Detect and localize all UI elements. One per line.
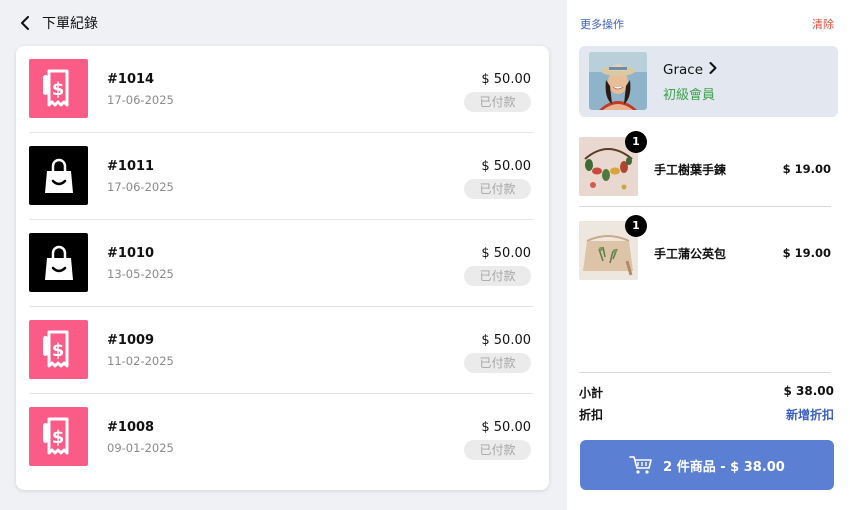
- checkout-label[interactable]: 2 件商品 - $ 38.00: [663, 456, 785, 475]
- subtotal-row: 小計 $ 38.00: [579, 384, 834, 401]
- subtotal-label: 小計: [579, 386, 604, 400]
- order-amount: $ 50.00: [481, 333, 531, 348]
- discount-label: 折扣: [579, 408, 604, 422]
- product-name: 手工樹葉手鍊: [654, 163, 727, 177]
- order-number: #1011: [107, 159, 155, 174]
- more-actions-link[interactable]: 更多操作: [580, 16, 624, 32]
- order-amount: $ 50.00: [481, 420, 531, 435]
- status-badge: 已付款: [464, 440, 531, 460]
- shopping-bag-icon: [29, 233, 88, 292]
- cart-icon: [629, 455, 653, 475]
- order-number: #1009: [107, 333, 155, 348]
- order-row[interactable]: #1011 17-06-2025 $ 50.00 已付款: [16, 133, 549, 220]
- order-date: 09-01-2025: [107, 441, 174, 455]
- status-badge: 已付款: [464, 92, 531, 112]
- order-amount: $ 50.00: [481, 72, 531, 87]
- receipt-icon: $: [29, 59, 88, 118]
- product-price: $ 19.00: [782, 162, 831, 176]
- customer-name-text: Grace: [663, 62, 704, 78]
- quantity-badge: 1: [625, 131, 647, 153]
- order-date: 11-02-2025: [107, 354, 174, 368]
- cart-panel: 更多操作 清除 Grace 初級會員 1 手工樹葉手鍊 $ 19.00 1 手工…: [567, 0, 850, 510]
- product-price: $ 19.00: [782, 246, 831, 260]
- checkout-button[interactable]: 2 件商品 - $ 38.00: [580, 440, 834, 490]
- status-badge: 已付款: [464, 353, 531, 373]
- receipt-icon: $: [29, 320, 88, 379]
- avatar: [589, 52, 647, 110]
- summary-divider: [579, 372, 831, 373]
- cart-item[interactable]: 1 手工樹葉手鍊 $ 19.00: [579, 131, 838, 201]
- order-row[interactable]: $ #1014 17-06-2025 $ 50.00 已付款: [16, 46, 549, 133]
- item-divider: [579, 206, 831, 207]
- page-title: 下單紀錄: [42, 16, 98, 32]
- order-history-panel: 下單紀錄 $ #1014 17-06-2025 $ 50.00 已付款 #101…: [0, 0, 567, 510]
- clear-cart-link[interactable]: 清除: [812, 16, 834, 32]
- customer-name: Grace: [663, 62, 717, 78]
- customer-card[interactable]: Grace 初級會員: [579, 46, 838, 117]
- order-number: #1008: [107, 420, 155, 435]
- membership-level: 初級會員: [663, 88, 716, 103]
- order-amount: $ 50.00: [481, 159, 531, 174]
- shopping-bag-icon: [29, 146, 88, 205]
- order-row[interactable]: #1010 13-05-2025 $ 50.00 已付款: [16, 220, 549, 307]
- order-date: 17-06-2025: [107, 93, 174, 107]
- order-number: #1010: [107, 246, 155, 261]
- order-list: $ #1014 17-06-2025 $ 50.00 已付款 #1011 17-…: [16, 46, 549, 490]
- status-badge: 已付款: [464, 179, 531, 199]
- order-number: #1014: [107, 72, 155, 87]
- order-date: 13-05-2025: [107, 267, 174, 281]
- order-date: 17-06-2025: [107, 180, 174, 194]
- svg-text:$: $: [51, 340, 64, 361]
- discount-row: 折扣 新增折扣: [579, 406, 834, 423]
- subtotal-value: $ 38.00: [783, 384, 834, 398]
- svg-text:$: $: [51, 79, 64, 100]
- receipt-icon: $: [29, 407, 88, 466]
- order-amount: $ 50.00: [481, 246, 531, 261]
- product-name: 手工蒲公英包: [654, 247, 727, 261]
- order-row[interactable]: $ #1009 11-02-2025 $ 50.00 已付款: [16, 307, 549, 394]
- page-header: 下單紀錄: [16, 12, 98, 34]
- status-badge: 已付款: [464, 266, 531, 286]
- add-discount-link[interactable]: 新增折扣: [786, 406, 834, 423]
- cart-item[interactable]: 1 手工蒲公英包 $ 19.00: [579, 215, 838, 285]
- svg-text:$: $: [51, 427, 64, 448]
- quantity-badge: 1: [625, 215, 647, 237]
- back-icon[interactable]: [16, 14, 34, 32]
- order-row[interactable]: $ #1008 09-01-2025 $ 50.00 已付款: [16, 394, 549, 481]
- chevron-right-icon: [709, 62, 717, 78]
